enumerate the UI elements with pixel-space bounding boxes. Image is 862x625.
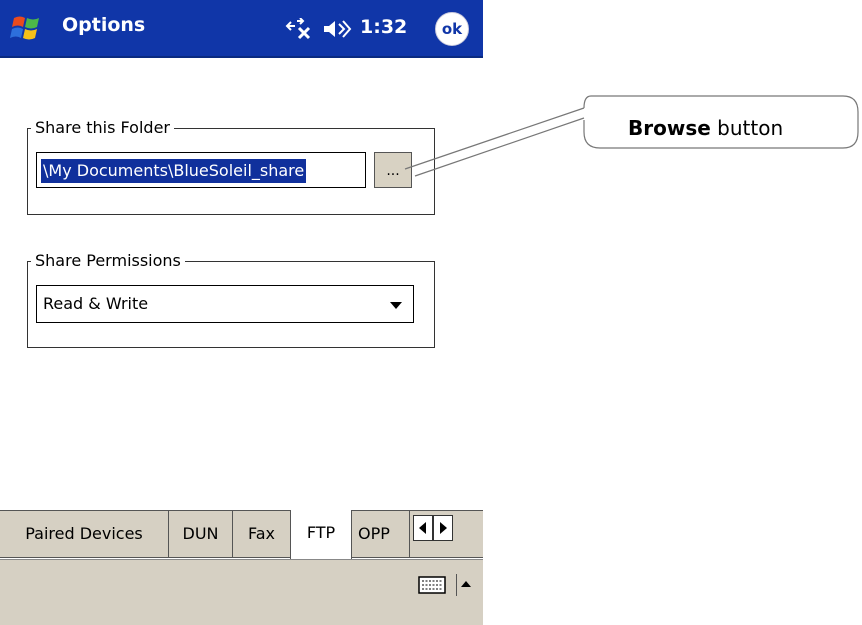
window-title: Options [62,14,146,36]
share-permissions-legend: Share Permissions [31,251,185,270]
share-folder-legend: Share this Folder [31,118,174,137]
browse-button[interactable]: ... [374,152,412,188]
scroll-left-icon [419,522,426,534]
share-folder-path-selected-text: \My Documents\BlueSoleil_share [41,159,307,183]
tab-paired-devices[interactable]: Paired Devices [0,511,169,558]
share-permissions-value: Read & Write [43,294,149,313]
pocketpc-screen: Options 1:32 ok Share this Folder \My Do… [0,0,483,625]
volume-icon[interactable] [322,18,352,40]
keyboard-icon[interactable] [418,574,446,596]
callout-label: Browse button [628,116,783,140]
tab-ftp[interactable]: FTP [290,510,352,559]
tab-fax[interactable]: Fax [233,511,291,558]
input-panel-arrow-button[interactable] [456,574,475,596]
clock[interactable]: 1:32 [360,16,407,38]
connectivity-icon[interactable] [285,18,315,40]
ok-button[interactable]: ok [435,12,469,46]
menu-bar [0,559,483,625]
scroll-left-button[interactable] [413,515,433,541]
title-bar: Options 1:32 ok [0,0,483,56]
chevron-down-icon [390,302,402,309]
title-separator [0,56,483,58]
scroll-right-icon [440,522,447,534]
share-permissions-select[interactable]: Read & Write [36,285,414,323]
tab-opp[interactable]: OPP [352,511,410,558]
input-panel-arrow-icon [461,581,471,587]
callout-label-rest: button [710,116,784,140]
callout-label-bold: Browse [628,116,711,140]
share-folder-path-field[interactable]: \My Documents\BlueSoleil_share [36,152,366,188]
tab-dun[interactable]: DUN [169,511,233,558]
windows-start-icon[interactable] [8,10,44,46]
scroll-right-button[interactable] [433,515,453,541]
